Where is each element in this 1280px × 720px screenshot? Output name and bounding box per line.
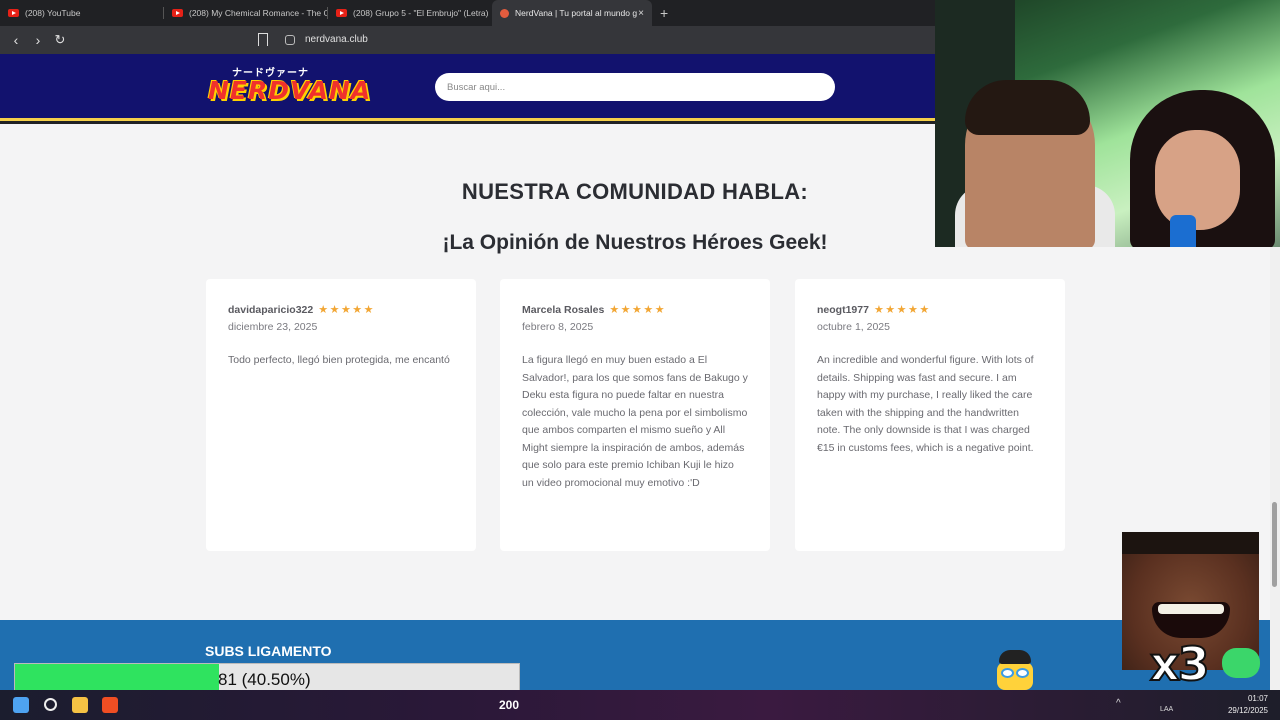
clock[interactable]: 01:07 29/12/2025: [1226, 693, 1268, 717]
close-tab-icon[interactable]: ×: [638, 8, 644, 19]
bookmark-icon[interactable]: [258, 33, 268, 46]
tab-title: (208) YouTube: [25, 8, 81, 18]
reviewer-name: Marcela Rosales: [522, 303, 605, 316]
progress-text: 81 (40.50%): [218, 670, 311, 689]
logo-wordmark: NERDVANA: [208, 76, 372, 105]
star-rating-icon: ★★★★★: [318, 304, 376, 316]
review-text: Todo perfecto, llegó bien protegida, me …: [228, 354, 450, 366]
new-tab-button[interactable]: +: [660, 5, 668, 21]
search-input[interactable]: [435, 73, 835, 101]
taskbar: 200 ^ LAA 01:07 29/12/2025: [0, 690, 1280, 720]
tab-grupo-5[interactable]: (208) Grupo 5 - "El Embrujo" (Letra): [328, 0, 492, 26]
tray-chevron-icon[interactable]: ^: [1116, 698, 1121, 709]
review-text: La figura llegó en muy buen estado a El …: [522, 354, 748, 489]
meme-multiplier-text: x3: [1149, 636, 1211, 692]
folder-icon[interactable]: [72, 697, 88, 713]
clock-date: 29/12/2025: [1227, 706, 1268, 715]
review-date: febrero 8, 2025: [522, 321, 594, 333]
page-scrollbar[interactable]: [1270, 247, 1280, 690]
reviewer-name: neogt1977: [817, 303, 869, 316]
review-card: neogt1977 ★★★★★ octubre 1, 2025 An incre…: [795, 279, 1065, 551]
subs-progress-bar: 81 (40.50%): [14, 663, 520, 693]
star-rating-icon: ★★★★★: [609, 304, 667, 316]
address-bar[interactable]: nerdvana.club: [305, 34, 368, 45]
youtube-icon: [172, 9, 183, 17]
chat-bubble-icon: [1222, 648, 1260, 678]
review-text: An incredible and wonderful figure. With…: [817, 354, 1034, 454]
reload-button[interactable]: ↻: [50, 32, 70, 48]
review-card: Marcela Rosales ★★★★★ febrero 8, 2025 La…: [500, 279, 770, 551]
tab-nerdvana[interactable]: NerdVana | Tu portal al mundo g ×: [492, 0, 652, 26]
star-rating-icon: ★★★★★: [873, 304, 931, 316]
progress-fill: [15, 664, 220, 692]
clock-time: 01:07: [1247, 694, 1268, 703]
mascot-icon: [993, 650, 1037, 690]
youtube-icon: [8, 9, 19, 17]
review-date: diciembre 23, 2025: [228, 321, 318, 333]
screen: (208) YouTube (208) My Chemical Romance …: [0, 0, 1280, 720]
site-info-icon[interactable]: [285, 35, 295, 45]
tab-title: (208) My Chemical Romance - The Gl: [189, 8, 328, 18]
brave-browser-icon[interactable]: [102, 697, 118, 713]
reviewer-name: davidaparicio322: [228, 303, 314, 316]
site-header: ナードヴァーナ NERDVANA: [0, 54, 935, 121]
subs-goal-label: SUBS LIGAMENTO: [205, 643, 332, 659]
search-icon[interactable]: [44, 698, 57, 711]
webcam-overlay: [935, 0, 1280, 247]
taskbar-counter: 200: [499, 698, 520, 712]
review-date: octubre 1, 2025: [817, 321, 890, 333]
youtube-icon: [336, 9, 347, 17]
start-icon[interactable]: [13, 697, 29, 713]
tab-title: (208) Grupo 5 - "El Embrujo" (Letra): [353, 8, 489, 18]
tab-title: NerdVana | Tu portal al mundo g: [515, 8, 638, 18]
tab-youtube[interactable]: (208) YouTube: [0, 0, 164, 26]
tab-my-chemical-romance[interactable]: (208) My Chemical Romance - The Gl: [164, 0, 328, 26]
scrollbar-thumb[interactable]: [1272, 502, 1277, 587]
nerdvana-logo[interactable]: ナードヴァーナ NERDVANA: [208, 62, 370, 110]
back-button[interactable]: ‹: [6, 32, 26, 48]
review-card: davidaparicio322 ★★★★★ diciembre 23, 202…: [206, 279, 476, 551]
language-indicator[interactable]: LAA: [1160, 706, 1173, 713]
forward-button[interactable]: ›: [28, 32, 48, 48]
nerdvana-favicon-icon: [500, 8, 509, 18]
